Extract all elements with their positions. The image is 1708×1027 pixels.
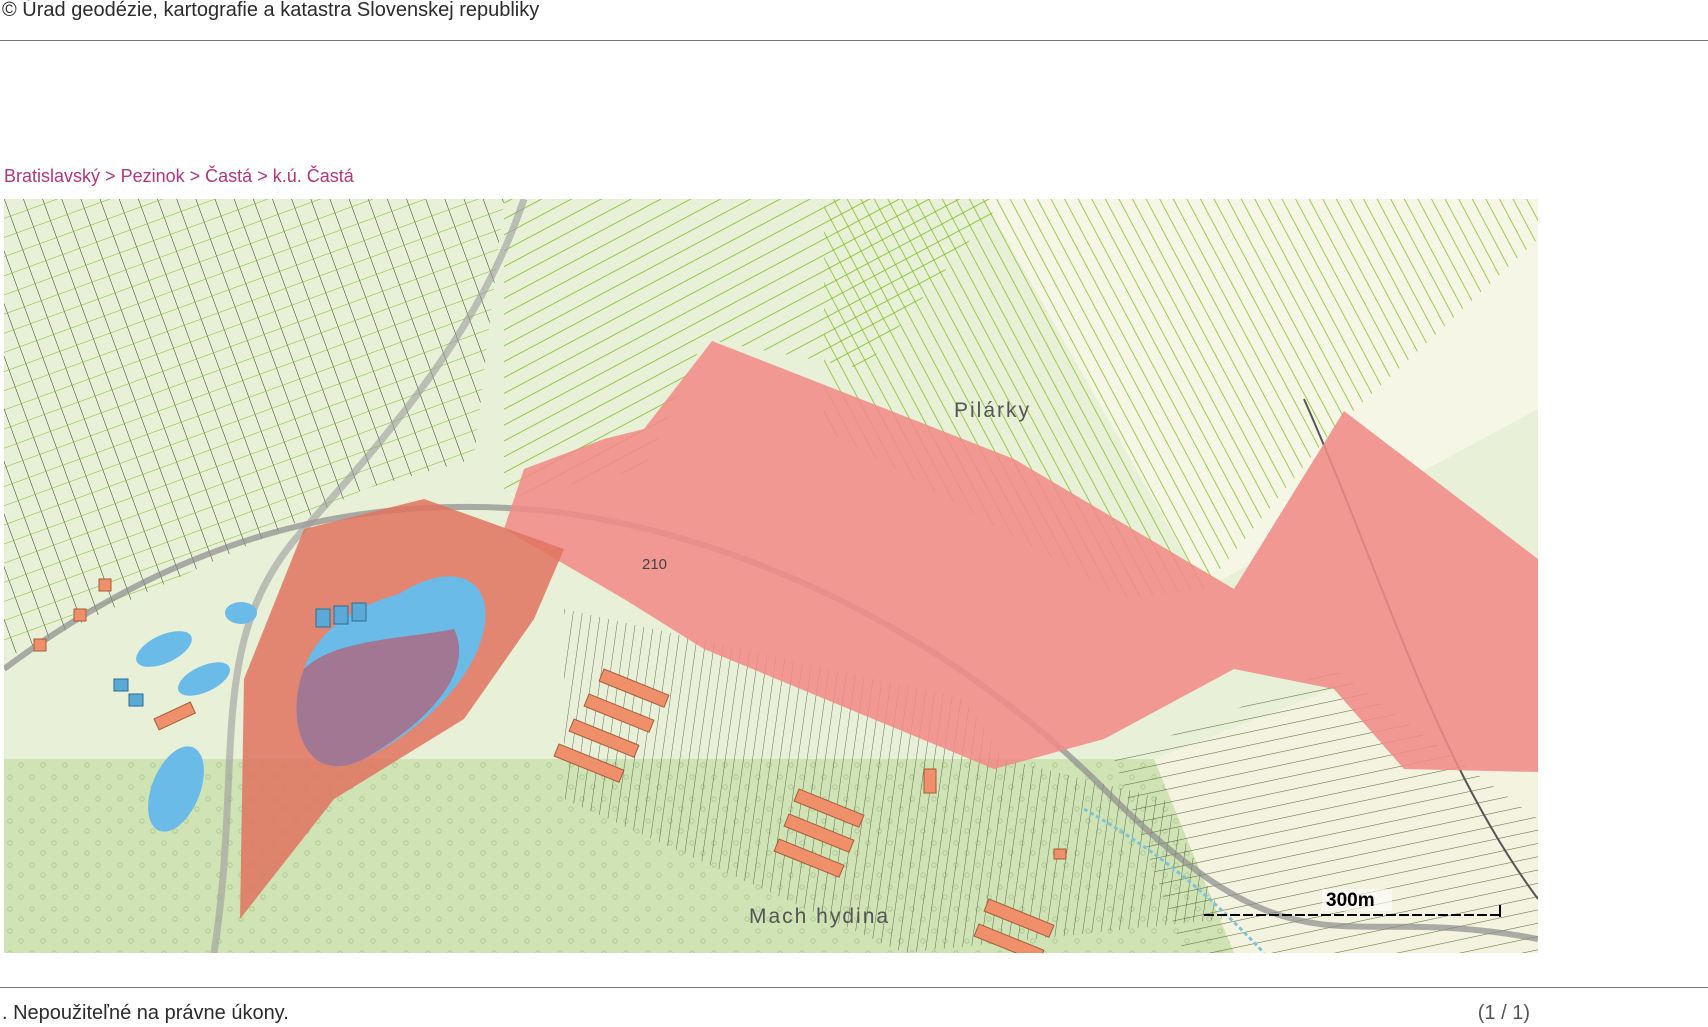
header-divider xyxy=(0,40,1708,41)
scale-bar-label: 300m xyxy=(1326,890,1375,911)
breadcrumb-item-region[interactable]: Bratislavský xyxy=(4,166,100,186)
breadcrumb-item-municipality[interactable]: Častá xyxy=(205,166,252,186)
pond xyxy=(225,602,257,624)
road-number-label: 210 xyxy=(642,556,667,573)
breadcrumb-separator: > xyxy=(189,166,206,186)
map-label-pilarky: Pilárky xyxy=(954,399,1031,422)
cadastral-map[interactable]: Pilárky Mach hydina 210 300m xyxy=(4,199,1538,953)
footer-disclaimer: . Nepoužiteľné na právne úkony. xyxy=(2,1002,289,1024)
page-indicator: (1 / 1) xyxy=(1477,1002,1530,1024)
breadcrumb-separator: > xyxy=(105,166,121,186)
copyright-header: © Úrad geodézie, kartografie a katastra … xyxy=(2,0,540,21)
footer-divider xyxy=(0,987,1708,988)
breadcrumb-item-cadastral-area[interactable]: k.ú. Častá xyxy=(273,166,354,186)
breadcrumb-separator: > xyxy=(257,166,273,186)
breadcrumb: Bratislavský > Pezinok > Častá > k.ú. Ča… xyxy=(4,166,354,187)
map-label-mach-hydina: Mach hydina xyxy=(749,905,890,928)
map-canvas[interactable]: Pilárky Mach hydina 210 300m xyxy=(4,199,1538,953)
breadcrumb-item-district[interactable]: Pezinok xyxy=(121,166,185,186)
